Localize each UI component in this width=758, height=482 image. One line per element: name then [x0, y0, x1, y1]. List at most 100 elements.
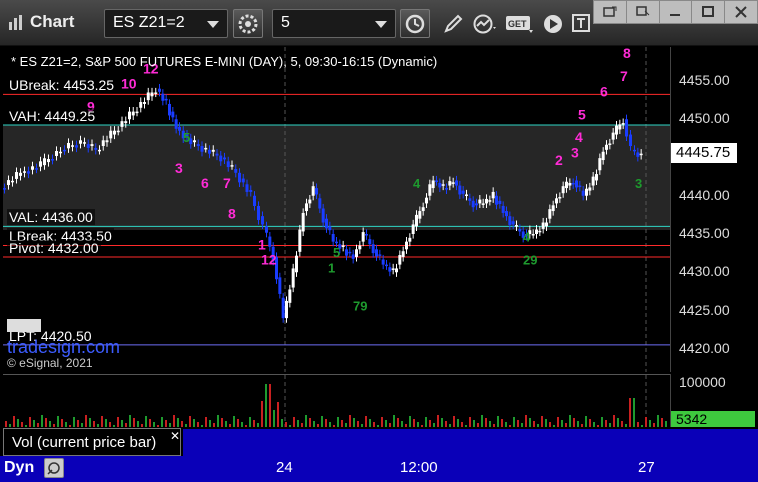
volume-bar: [273, 410, 275, 427]
candle-body: [305, 203, 308, 212]
candle-body: [261, 216, 264, 225]
candle-body: [150, 92, 154, 97]
volume-bar: [249, 417, 251, 427]
candle-body: [518, 228, 522, 232]
time-button[interactable]: [400, 9, 430, 38]
candle-body: [204, 147, 208, 150]
chevron-down-icon: [375, 21, 387, 28]
candle-body: [481, 203, 485, 205]
volume-bar: [509, 425, 511, 427]
volume-bar: [501, 419, 503, 427]
chart-app-icon: [9, 15, 22, 30]
volume-bar: [569, 415, 571, 427]
candle-body: [408, 237, 412, 242]
candle-body: [249, 190, 253, 192]
restore-button[interactable]: [627, 1, 660, 23]
text-button[interactable]: [569, 12, 595, 36]
candle-body: [238, 172, 241, 183]
td-count-mark: 29: [523, 253, 537, 268]
candle-body: [128, 111, 131, 120]
volume-bar: [493, 424, 495, 427]
candle-body: [278, 277, 282, 294]
candle-body: [245, 184, 249, 192]
candle-body: [621, 123, 625, 125]
draw-button[interactable]: [440, 12, 466, 36]
volume-bar: [549, 422, 551, 427]
play-button[interactable]: [540, 12, 566, 36]
volume-bar: [617, 418, 619, 427]
volume-bar: [461, 422, 463, 427]
link-button[interactable]: [594, 1, 627, 23]
volume-bar: [69, 425, 71, 427]
volume-current-marker: 5342: [671, 411, 755, 427]
volume-bar: [225, 421, 227, 427]
volume-bar: [357, 421, 359, 427]
price-tick: 4420.00: [679, 339, 730, 356]
dynamic-mode-label[interactable]: Dyn: [4, 459, 34, 477]
candle-body: [230, 165, 234, 167]
candle-body: [398, 255, 402, 265]
price-axis[interactable]: 4455.004450.004445.004440.004435.004430.…: [670, 47, 758, 372]
volume-pane[interactable]: [3, 374, 670, 427]
close-button[interactable]: [725, 1, 757, 23]
volume-bar: [505, 422, 507, 427]
candle-body: [174, 119, 178, 129]
price-chart[interactable]: 12 10 9 3 6 7 8 12 1 2 3 4 5 6 7 8 79 1 5 29 4 3 5 4 * ES Z21=2…: [3, 47, 670, 372]
volume-legend[interactable]: Vol (current price bar): [3, 428, 181, 456]
candle-body: [23, 171, 26, 173]
td-count-mark: 3: [175, 160, 183, 176]
volume-bar: [381, 417, 383, 427]
candle-body: [257, 205, 260, 220]
candle-body: [395, 268, 398, 273]
studies-button[interactable]: [472, 12, 498, 36]
volume-bar: [645, 417, 647, 427]
candle-body: [135, 111, 139, 114]
price-tick: 4435.00: [679, 225, 730, 241]
chart-header: * ES Z21=2, S&P 500 FUTURES E-MINI (DAY)…: [11, 54, 438, 69]
svg-text:GET: GET: [508, 19, 527, 29]
volume-bar: [601, 417, 603, 427]
candle-body: [7, 180, 10, 186]
candle-body: [558, 197, 562, 199]
volume-bar: [177, 418, 179, 427]
candle-body: [445, 188, 448, 190]
candle-body: [71, 145, 74, 147]
volume-bar: [661, 418, 663, 427]
close-study-icon[interactable]: ✕: [170, 429, 180, 443]
volume-bar: [477, 423, 479, 427]
volume-bar: [233, 416, 235, 427]
candle-body: [568, 183, 572, 186]
candle-body: [365, 234, 368, 236]
candle-body: [495, 195, 498, 205]
candle-body: [67, 142, 70, 149]
volume-bar: [349, 415, 351, 427]
price-chart-canvas: 1210936 781212 3456787915294 354: [3, 47, 670, 372]
volume-bar: [481, 415, 483, 427]
candle-body: [598, 158, 602, 171]
candle-body: [51, 159, 54, 161]
level-label: Pivot: 4432.00: [7, 239, 101, 256]
td-count-mark: 3: [635, 176, 642, 191]
candle-body: [588, 187, 592, 191]
candle-body: [308, 199, 312, 204]
volume-bar: [237, 419, 239, 427]
volume-bar: [269, 384, 271, 427]
candle-body: [234, 168, 238, 173]
volume-bar: [653, 423, 655, 427]
candle-body: [27, 171, 30, 174]
chevron-down-icon: [207, 21, 219, 28]
volume-bar: [385, 420, 387, 427]
volume-bar: [209, 420, 211, 427]
minimize-button[interactable]: [660, 1, 693, 23]
lock-scale-button[interactable]: [44, 458, 64, 478]
maximize-button[interactable]: [692, 1, 726, 23]
candle-body: [378, 254, 382, 256]
symbol-dropdown[interactable]: ES Z21=2: [104, 9, 228, 38]
candle-body: [15, 172, 18, 179]
interval-dropdown[interactable]: 5: [272, 9, 396, 38]
td-count-mark: 1: [328, 260, 335, 275]
volume-bar: [373, 422, 375, 427]
settings-button[interactable]: [233, 9, 263, 38]
volume-bar: [581, 424, 583, 427]
get-button[interactable]: GET: [505, 12, 535, 36]
